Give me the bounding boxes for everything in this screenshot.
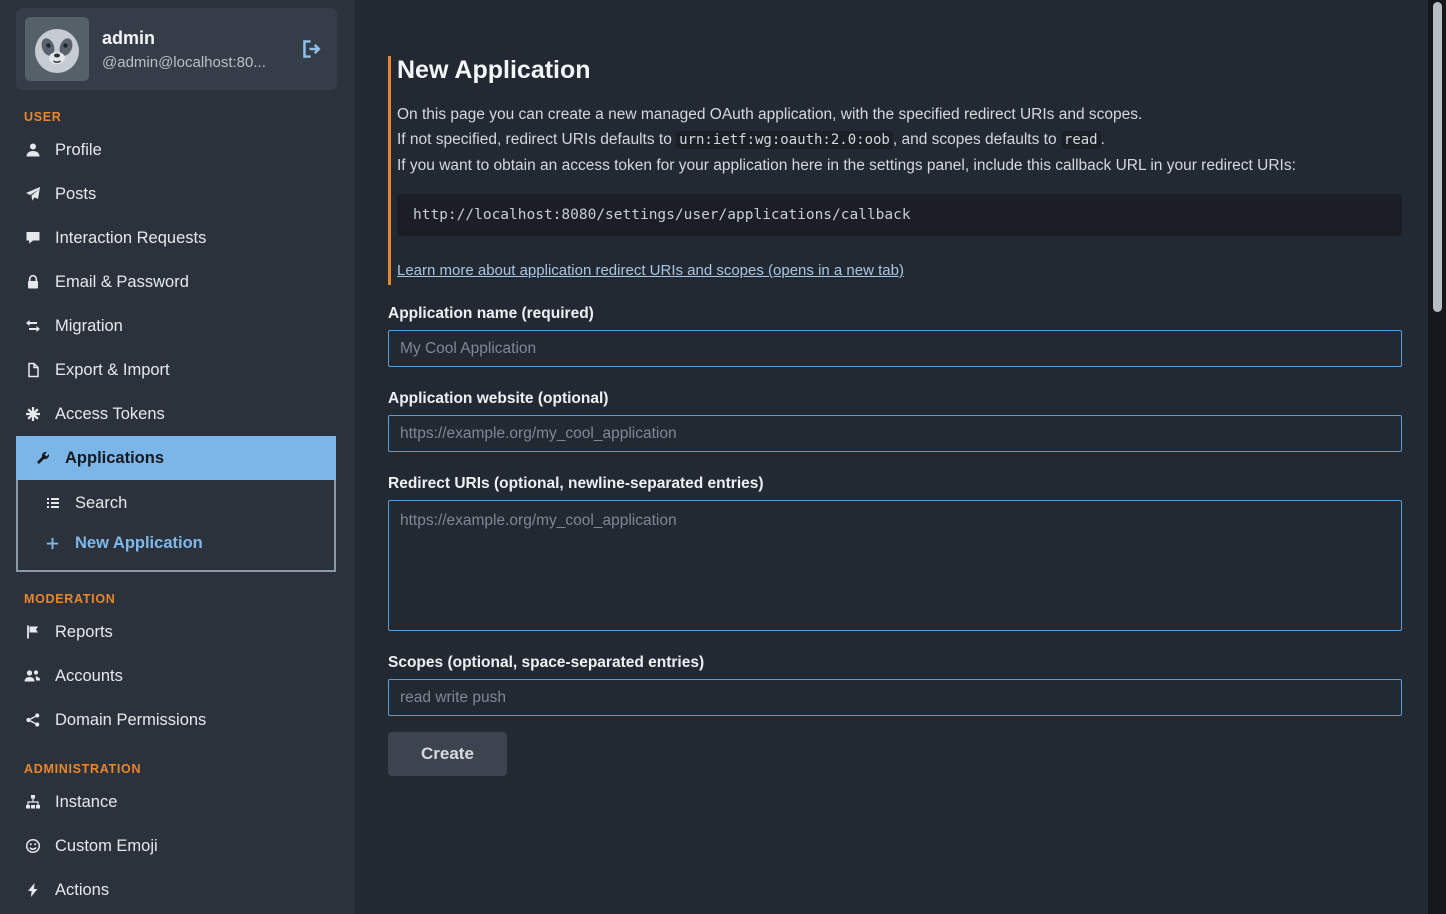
plus-icon [44,535,61,551]
wrench-icon [34,450,51,466]
sidebar-item-label: Actions [55,879,109,901]
sidebar-item-access-tokens[interactable]: Access Tokens [0,392,355,436]
certificate-icon [24,406,41,422]
callback-url-text: http://localhost:8080/settings/user/appl… [413,207,911,223]
sidebar-item-accounts[interactable]: Accounts [0,654,355,698]
bolt-icon [24,882,41,898]
user-info: admin @admin@localhost:80... [102,28,288,71]
sidebar-item-domain-permissions[interactable]: Domain Permissions [0,698,355,742]
paper-plane-icon [24,186,41,202]
sidebar-item-label: Search [75,492,127,514]
sidebar-item-label: New Application [75,532,203,554]
user-name: admin [102,28,288,49]
sidebar-item-applications[interactable]: Applications [16,436,336,480]
intro-line-3: If you want to obtain an access token fo… [397,153,1402,178]
sidebar-item-new-application[interactable]: New Application [18,523,334,563]
docs-link[interactable]: Learn more about application redirect UR… [397,262,904,279]
transfer-icon [24,318,41,334]
applications-group: Applications Search New Application [16,436,336,572]
scopes-input[interactable] [388,679,1402,716]
default-scope-code: read [1061,131,1101,149]
section-label-user: USER [24,110,355,124]
intro-line-2-prefix: If not specified, redirect URIs defaults… [397,131,676,148]
sidebar-item-label: Profile [55,139,102,161]
application-website-input[interactable] [388,415,1402,452]
intro-line-2: If not specified, redirect URIs defaults… [397,127,1402,153]
scopes-label: Scopes (optional, space-separated entrie… [388,654,1402,672]
sitemap-icon [24,794,41,810]
lock-icon [24,274,41,290]
list-icon [44,495,61,511]
section-label-moderation: MODERATION [24,592,355,606]
users-icon [24,668,41,684]
user-card[interactable]: admin @admin@localhost:80... [16,8,337,90]
application-name-label: Application name (required) [388,305,1402,323]
sidebar-item-search[interactable]: Search [18,483,334,523]
sidebar-item-instance[interactable]: Instance [0,780,355,824]
share-nodes-icon [24,712,41,728]
create-button[interactable]: Create [388,732,507,776]
sidebar-item-label: Reports [55,621,113,643]
file-icon [24,362,41,378]
user-icon [24,142,41,158]
intro-line-1: On this page you can create a new manage… [397,102,1402,127]
sidebar-item-custom-emoji[interactable]: Custom Emoji [0,824,355,868]
application-name-input[interactable] [388,330,1402,367]
applications-submenu: Search New Application [16,480,336,572]
sidebar-item-label: Domain Permissions [55,709,206,731]
comment-icon [24,230,41,246]
sidebar-item-label: Export & Import [55,359,170,381]
flag-icon [24,624,41,640]
sidebar-item-reports[interactable]: Reports [0,610,355,654]
avatar [25,17,89,81]
logout-icon[interactable] [301,38,323,60]
sidebar-item-posts[interactable]: Posts [0,172,355,216]
sidebar-item-email-password[interactable]: Email & Password [0,260,355,304]
redirect-uris-textarea[interactable] [388,500,1402,631]
callback-url-code-block[interactable]: http://localhost:8080/settings/user/appl… [397,194,1402,236]
user-handle: @admin@localhost:80... [102,54,288,71]
sidebar-item-migration[interactable]: Migration [0,304,355,348]
application-website-label: Application website (optional) [388,390,1402,408]
sidebar-nav-administration: Instance Custom Emoji Actions [0,780,355,912]
sidebar-item-label: Interaction Requests [55,227,206,249]
sidebar-item-label: Access Tokens [55,403,165,425]
page-title: New Application [397,56,1402,85]
app-root: admin @admin@localhost:80... USER Profil… [0,0,1446,914]
default-redirect-uri-code: urn:ietf:wg:oauth:2.0:oob [676,131,893,149]
sidebar-item-label: Applications [65,447,164,469]
sidebar-item-export-import[interactable]: Export & Import [0,348,355,392]
intro-line-2-suffix: . [1101,131,1105,148]
sidebar-item-profile[interactable]: Profile [0,128,355,172]
sidebar-item-label: Posts [55,183,96,205]
sidebar-item-label: Email & Password [55,271,189,293]
sidebar-item-label: Accounts [55,665,123,687]
smiley-icon [24,838,41,854]
sidebar-item-label: Custom Emoji [55,835,158,857]
sidebar-nav-user: Profile Posts Interaction Requests Email… [0,128,355,572]
sidebar-item-interaction-requests[interactable]: Interaction Requests [0,216,355,260]
sidebar-item-actions[interactable]: Actions [0,868,355,912]
main-content: New Application On this page you can cre… [355,0,1446,914]
sidebar: admin @admin@localhost:80... USER Profil… [0,0,355,914]
scrollbar[interactable] [1428,0,1446,914]
new-application-form: Application name (required) Application … [388,305,1402,776]
scrollbar-thumb[interactable] [1433,2,1442,312]
intro-line-2-mid: , and scopes defaults to [893,131,1061,148]
section-label-administration: ADMINISTRATION [24,762,355,776]
redirect-uris-label: Redirect URIs (optional, newline-separat… [388,475,1402,493]
sidebar-item-label: Instance [55,791,117,813]
intro-block: New Application On this page you can cre… [388,56,1402,285]
sidebar-item-label: Migration [55,315,123,337]
sidebar-nav-moderation: Reports Accounts Domain Permissions [0,610,355,742]
